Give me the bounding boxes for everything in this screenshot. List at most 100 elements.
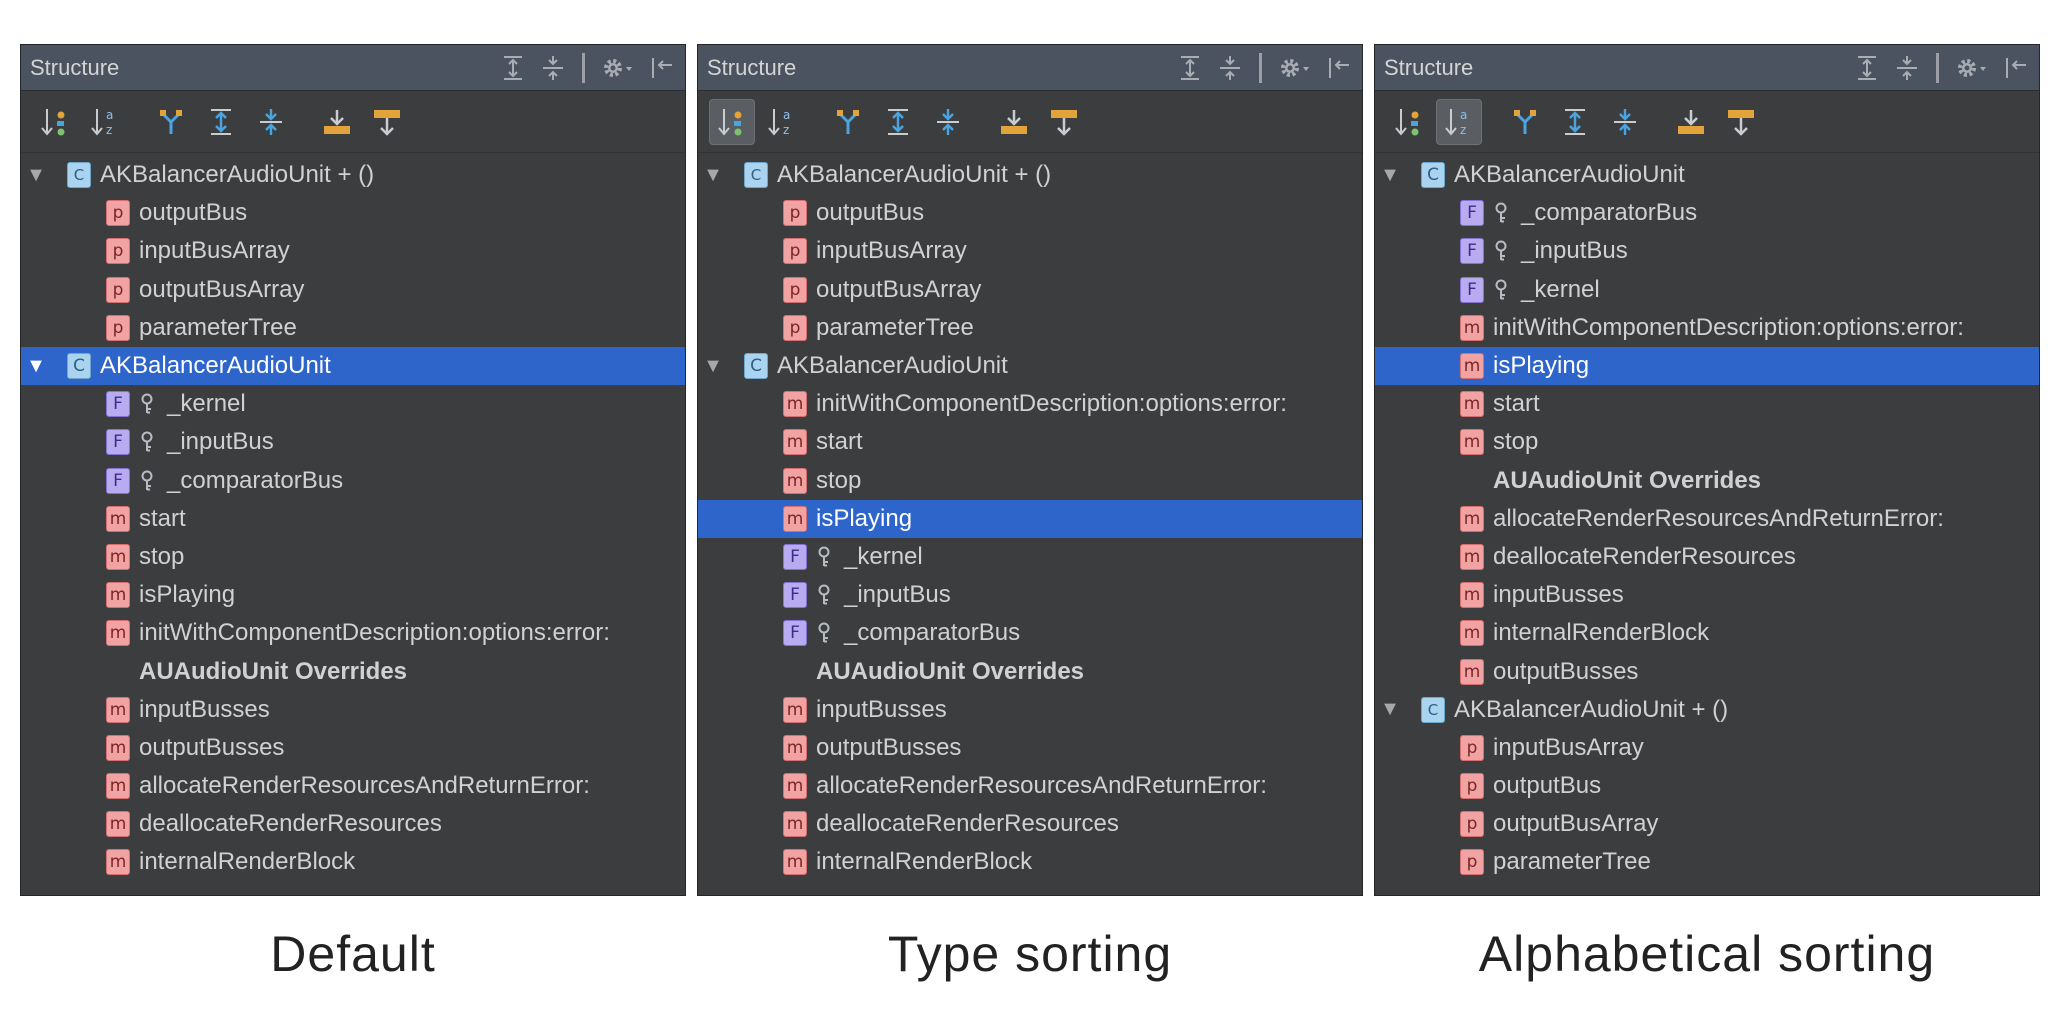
tree-row[interactable]: F _kernel — [1375, 271, 2039, 309]
tree-row[interactable]: p parameterTree — [698, 309, 1362, 347]
expand-button[interactable] — [1552, 99, 1598, 145]
tree-row[interactable]: F _kernel — [698, 538, 1362, 576]
show-inherited-button[interactable] — [825, 99, 871, 145]
tree-row[interactable]: p outputBusArray — [1375, 805, 2039, 843]
field-icon: F — [1460, 238, 1484, 265]
show-inherited-button[interactable] — [1502, 99, 1548, 145]
tree-row[interactable]: m inputBusses — [21, 691, 685, 729]
tree-row[interactable]: F _comparatorBus — [21, 462, 685, 500]
tree-row[interactable]: F _inputBus — [21, 423, 685, 461]
tree-row[interactable]: p outputBus — [1375, 767, 2039, 805]
collapse-button[interactable] — [248, 99, 294, 145]
tree-row[interactable]: m isPlaying — [1375, 346, 2039, 386]
autoscroll-to-source-button[interactable] — [991, 99, 1037, 145]
tree-row[interactable]: m internalRenderBlock — [21, 843, 685, 881]
expand-button[interactable] — [875, 99, 921, 145]
tree-row[interactable]: p inputBusArray — [1375, 729, 2039, 767]
collapse-button[interactable] — [1602, 99, 1648, 145]
tree-row-label: _comparatorBus — [844, 619, 1021, 647]
field-icon: F — [783, 582, 807, 609]
tree-row[interactable]: p inputBusArray — [698, 232, 1362, 270]
expand-arrow-icon[interactable]: ▼ — [25, 355, 47, 378]
tree-row-label: stop — [139, 542, 185, 570]
expand-all-icon[interactable] — [500, 55, 526, 81]
expand-icon — [206, 107, 236, 137]
expand-arrow-icon[interactable]: ▼ — [1379, 698, 1401, 721]
hide-panel-icon[interactable] — [2003, 55, 2029, 81]
gear-icon[interactable] — [1278, 55, 1312, 81]
tree-row[interactable]: m isPlaying — [21, 576, 685, 614]
tree-row[interactable]: m inputBusses — [698, 691, 1362, 729]
tree-row[interactable]: ▼ C AKBalancerAudioUnit + () — [21, 156, 685, 194]
tree-row[interactable]: p parameterTree — [21, 309, 685, 347]
tree-row[interactable]: p outputBusArray — [21, 271, 685, 309]
tree-row[interactable]: p outputBusArray — [698, 271, 1362, 309]
sort-alphabetically-button[interactable]: az — [759, 99, 805, 145]
tree-row[interactable]: p inputBusArray — [21, 232, 685, 270]
gear-icon[interactable] — [1955, 55, 1989, 81]
tree-row-label: deallocateRenderResources — [1493, 542, 1796, 570]
tree-row[interactable]: m stop — [1375, 423, 2039, 461]
expand-arrow-icon[interactable]: ▼ — [1379, 164, 1401, 187]
tree-row[interactable]: m allocateRenderResourcesAndReturnError: — [21, 767, 685, 805]
tree-row[interactable]: m isPlaying — [698, 499, 1362, 538]
tree-row[interactable]: ▼ C AKBalancerAudioUnit + () — [698, 156, 1362, 194]
collapse-all-icon[interactable] — [1217, 55, 1243, 81]
sort-by-type-button[interactable] — [32, 99, 78, 145]
tree-row[interactable]: ▼ C AKBalancerAudioUnit — [21, 346, 685, 386]
tree-row[interactable]: m outputBusses — [1375, 652, 2039, 690]
expand-arrow-icon[interactable]: ▼ — [25, 164, 47, 187]
sort-by-type-button[interactable] — [1386, 99, 1432, 145]
tree-row[interactable]: m deallocateRenderResources — [1375, 538, 2039, 576]
tree-row[interactable]: m initWithComponentDescription:options:er… — [698, 385, 1362, 423]
tree-row[interactable]: F _inputBus — [698, 576, 1362, 614]
show-inherited-button[interactable] — [148, 99, 194, 145]
tree-row[interactable]: p outputBus — [21, 194, 685, 232]
tree-row[interactable]: m stop — [21, 538, 685, 576]
autoscroll-from-source-button[interactable] — [1041, 99, 1087, 145]
collapse-button[interactable] — [925, 99, 971, 145]
tree-row[interactable]: m outputBusses — [698, 729, 1362, 767]
tree-row[interactable]: m internalRenderBlock — [698, 843, 1362, 881]
tree-row[interactable]: m deallocateRenderResources — [21, 805, 685, 843]
autoscroll-to-source-icon — [321, 107, 353, 137]
expand-arrow-icon[interactable]: ▼ — [702, 355, 724, 378]
expand-all-icon[interactable] — [1177, 55, 1203, 81]
tree-row[interactable]: F _inputBus — [1375, 232, 2039, 270]
tree-row[interactable]: m start — [21, 500, 685, 538]
tree-row[interactable]: ▼ C AKBalancerAudioUnit + () — [1375, 691, 2039, 729]
collapse-all-icon[interactable] — [540, 55, 566, 81]
autoscroll-from-source-button[interactable] — [364, 99, 410, 145]
tree-row[interactable]: m outputBusses — [21, 729, 685, 767]
tree-row[interactable]: m deallocateRenderResources — [698, 805, 1362, 843]
tree-row[interactable]: m allocateRenderResourcesAndReturnError: — [698, 767, 1362, 805]
tree-row[interactable]: ▼ C AKBalancerAudioUnit — [1375, 156, 2039, 194]
expand-arrow-icon[interactable]: ▼ — [702, 164, 724, 187]
tree-row[interactable]: m allocateRenderResourcesAndReturnError: — [1375, 500, 2039, 538]
tree-row[interactable]: m inputBusses — [1375, 576, 2039, 614]
tree-row[interactable]: ▼ C AKBalancerAudioUnit — [698, 347, 1362, 385]
expand-button[interactable] — [198, 99, 244, 145]
hide-panel-icon[interactable] — [1326, 55, 1352, 81]
gear-icon[interactable] — [601, 55, 635, 81]
expand-all-icon[interactable] — [1854, 55, 1880, 81]
tree-row[interactable]: m internalRenderBlock — [1375, 614, 2039, 652]
tree-row[interactable]: F _comparatorBus — [698, 614, 1362, 652]
tree-row[interactable]: m start — [1375, 385, 2039, 423]
collapse-all-icon[interactable] — [1894, 55, 1920, 81]
tree-row[interactable]: F _kernel — [21, 385, 685, 423]
autoscroll-to-source-button[interactable] — [1668, 99, 1714, 145]
hide-panel-icon[interactable] — [649, 55, 675, 81]
sort-alphabetically-button[interactable]: az — [82, 99, 128, 145]
sort-by-type-button[interactable] — [709, 98, 755, 145]
tree-row[interactable]: m initWithComponentDescription:options:er… — [1375, 309, 2039, 347]
autoscroll-from-source-button[interactable] — [1718, 99, 1764, 145]
sort-alphabetically-button[interactable]: az — [1436, 98, 1482, 145]
tree-row[interactable]: p outputBus — [698, 194, 1362, 232]
tree-row[interactable]: m start — [698, 423, 1362, 461]
tree-row[interactable]: p parameterTree — [1375, 843, 2039, 881]
tree-row[interactable]: F _comparatorBus — [1375, 194, 2039, 232]
tree-row[interactable]: m initWithComponentDescription:options:er… — [21, 614, 685, 652]
autoscroll-to-source-button[interactable] — [314, 99, 360, 145]
tree-row[interactable]: m stop — [698, 462, 1362, 500]
